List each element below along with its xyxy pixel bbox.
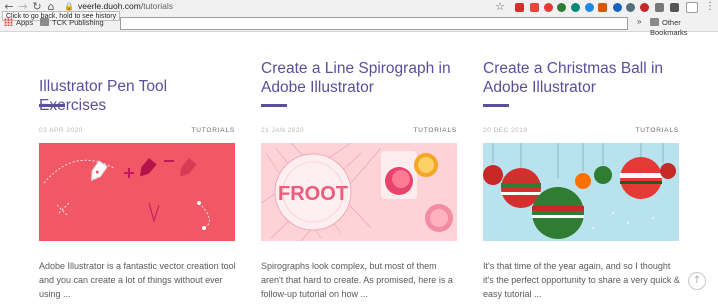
extension-icon[interactable] <box>585 3 594 12</box>
title-underline <box>39 104 65 107</box>
post-date: 20 DEC 2019 <box>483 127 528 134</box>
bookmark-label: Apps <box>16 18 34 27</box>
bookmark-other[interactable]: Other Bookmarks <box>650 18 718 38</box>
address-bar[interactable]: veerle.duoh.com/tutorials <box>78 1 173 11</box>
post-excerpt: It's that time of the year again, and so… <box>483 261 680 299</box>
thumbnail-word: FROOT <box>278 183 348 205</box>
scroll-to-top-icon[interactable]: ↑ <box>688 272 706 290</box>
menu-icon[interactable]: ⋮ <box>704 1 716 13</box>
post-thumbnail[interactable] <box>39 143 235 241</box>
post-date: 03 APR 2020 <box>39 127 83 134</box>
spirograph-illustration: FROOT <box>261 143 453 241</box>
post-thumbnail[interactable] <box>483 143 679 241</box>
star-icon[interactable]: ☆ <box>495 0 505 13</box>
extension-icon[interactable] <box>530 3 539 12</box>
pen-tool-illustration <box>43 158 210 230</box>
folder-icon <box>40 18 49 26</box>
category-link[interactable]: TUTORIALS <box>619 127 679 134</box>
card-title[interactable]: Illustrator Pen Tool Exercises <box>39 77 235 134</box>
url-path: /tutorials <box>140 1 173 11</box>
bookmark-apps[interactable]: Apps <box>4 18 33 28</box>
url-host: veerle.duoh.com <box>78 1 141 11</box>
category-link[interactable]: TUTORIALS <box>175 127 235 134</box>
extension-icon[interactable] <box>626 3 635 12</box>
folder-icon <box>650 18 659 26</box>
bookmarks-overflow-icon[interactable]: » <box>637 17 641 26</box>
bookmark-tck-publishing[interactable]: TCK Publishing <box>40 18 104 28</box>
bookmark-name-input[interactable] <box>120 17 628 30</box>
post-excerpt: Spirographs look complex, but most of th… <box>261 261 453 299</box>
extension-icon[interactable] <box>598 3 607 12</box>
extension-icon[interactable] <box>544 3 553 12</box>
post-date: 21 JAN 2020 <box>261 127 305 134</box>
browser-toolbar: ← → ↻ ⌂ 🔒 veerle.duoh.com/tutorials ☆ ⋮ … <box>0 0 718 37</box>
extension-icon[interactable] <box>613 3 622 12</box>
extension-icon[interactable] <box>515 3 524 12</box>
extension-icon[interactable] <box>670 3 679 12</box>
extension-icon[interactable] <box>571 3 580 12</box>
card-title[interactable]: Create a Christmas Ball in Adobe Illustr… <box>483 59 679 116</box>
profile-icon[interactable] <box>686 2 698 13</box>
extension-icon[interactable] <box>640 3 649 12</box>
title-underline <box>483 104 509 107</box>
extension-icon[interactable] <box>557 3 566 12</box>
apps-grid-icon <box>4 18 13 26</box>
category-link[interactable]: TUTORIALS <box>397 127 457 134</box>
post-excerpt: Adobe Illustrator is a fantastic vector … <box>39 261 236 299</box>
title-underline <box>261 104 287 107</box>
christmas-ball-illustration <box>483 143 676 239</box>
card-title[interactable]: Create a Line Spirograph in Adobe Illust… <box>261 59 457 116</box>
bookmark-label: TCK Publishing <box>52 18 104 27</box>
extension-icon[interactable] <box>655 3 664 12</box>
post-thumbnail[interactable]: FROOT <box>261 143 457 241</box>
